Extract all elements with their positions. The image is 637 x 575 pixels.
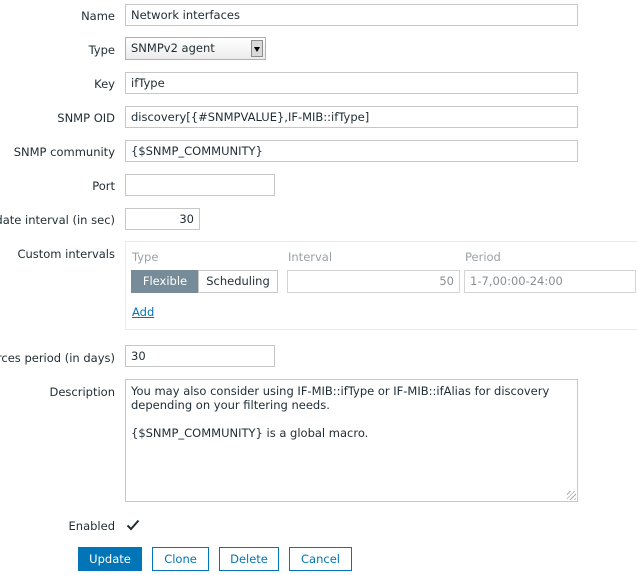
- custom-intervals-type-header: Type: [132, 250, 159, 264]
- enabled-label: Enabled: [68, 519, 115, 533]
- name-input[interactable]: Network interfaces: [125, 4, 578, 26]
- keep-lost-period-label: urces period (in days): [0, 351, 115, 365]
- port-input[interactable]: [125, 174, 275, 196]
- update-button[interactable]: Update: [78, 547, 142, 571]
- delete-button[interactable]: Delete: [219, 547, 279, 571]
- port-label: Port: [92, 179, 115, 193]
- custom-intervals-period-header: Period: [465, 250, 501, 264]
- chevron-down-icon[interactable]: [251, 40, 263, 57]
- update-interval-label: pdate interval (in sec): [0, 213, 115, 227]
- name-label: Name: [81, 9, 115, 23]
- custom-intervals-panel: Type Interval Period Flexible Scheduling…: [125, 241, 637, 330]
- resize-grip-icon[interactable]: [567, 491, 576, 500]
- snmp-community-input[interactable]: {$SNMP_COMMUNITY}: [125, 140, 578, 162]
- type-label: Type: [88, 43, 115, 57]
- cancel-button[interactable]: Cancel: [289, 547, 352, 571]
- period-input[interactable]: 1-7,00:00-24:00: [464, 270, 636, 293]
- description-label: Description: [49, 385, 116, 399]
- key-input[interactable]: ifType: [125, 72, 578, 94]
- snmp-oid-input[interactable]: discovery[{#SNMPVALUE},IF-MIB::ifType]: [125, 106, 578, 128]
- custom-intervals-label: Custom intervals: [17, 247, 115, 261]
- interval-input[interactable]: 50: [287, 270, 460, 293]
- add-interval-link[interactable]: Add: [132, 305, 154, 319]
- custom-intervals-interval-header: Interval: [288, 250, 333, 264]
- type-select-value: SNMPv2 agent: [131, 41, 215, 55]
- description-line-1: You may also consider using IF-MIB::ifTy…: [131, 384, 550, 398]
- snmp-oid-label: SNMP OID: [57, 111, 115, 125]
- keep-lost-period-input[interactable]: 30: [125, 345, 275, 367]
- description-textarea[interactable]: You may also consider using IF-MIB::ifTy…: [125, 379, 578, 502]
- update-interval-input[interactable]: 30: [125, 208, 200, 230]
- key-label: Key: [94, 77, 115, 91]
- scheduling-toggle[interactable]: Scheduling: [198, 270, 278, 293]
- checkmark-icon[interactable]: [126, 518, 140, 532]
- description-line-2: depending on your filtering needs.: [131, 398, 330, 412]
- type-select[interactable]: SNMPv2 agent: [125, 37, 266, 60]
- flexible-toggle[interactable]: Flexible: [131, 270, 199, 293]
- description-line-3: {$SNMP_COMMUNITY} is a global macro.: [131, 426, 369, 440]
- snmp-community-label: SNMP community: [13, 145, 115, 159]
- clone-button[interactable]: Clone: [152, 547, 209, 571]
